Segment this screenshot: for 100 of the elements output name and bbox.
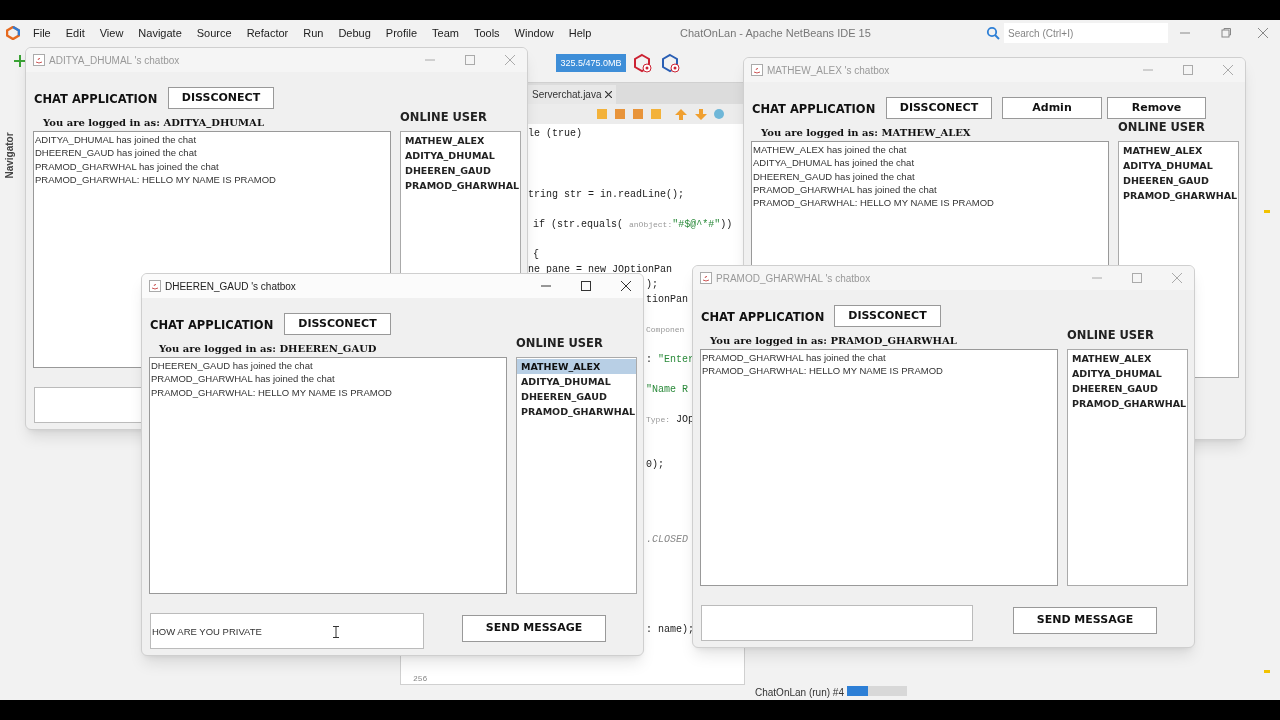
java-icon: [751, 64, 763, 76]
app-logo-icon: [6, 26, 20, 40]
user-list-item[interactable]: ADITYA_DHUMAL: [1068, 366, 1187, 381]
java-icon: [700, 272, 712, 284]
menu-item[interactable]: View: [99, 24, 124, 42]
user-list-item[interactable]: ADITYA_DHUMAL: [1119, 158, 1238, 173]
chat-message: PRAMOD_GHARWHAL has joined the chat: [151, 372, 336, 386]
profiler-icon[interactable]: [660, 53, 680, 73]
code-line: );: [646, 278, 658, 292]
code-line: 0);: [646, 458, 664, 472]
search-field[interactable]: Search (Ctrl+I): [1004, 23, 1168, 43]
message-input[interactable]: HOW ARE YOU PRIVATE: [150, 613, 424, 649]
menu-item[interactable]: Run: [303, 24, 324, 42]
new-file-icon[interactable]: [14, 55, 26, 67]
app-heading: CHAT APPLICATION: [701, 309, 825, 326]
menu-item[interactable]: Navigate: [138, 24, 182, 42]
chat-message: PRAMOD_GHARWHAL: HELLO MY NAME IS PRAMOD: [753, 196, 995, 210]
code-line: le (true): [528, 127, 582, 141]
menu-item[interactable]: Profile: [385, 24, 417, 42]
logged-in-label: You are logged in as: ADITYA_DHUMAL: [43, 116, 264, 130]
online-user-label: ONLINE USER: [1118, 119, 1205, 136]
chat-message: ADITYA_DHUMAL has joined the chat: [753, 156, 916, 170]
online-user-label: ONLINE USER: [516, 335, 603, 352]
user-list-item[interactable]: PRAMOD_GHARWHAL: [1119, 188, 1238, 203]
menu-item[interactable]: Help: [568, 24, 592, 42]
chat-message: DHEEREN_GAUD has joined the chat: [753, 169, 916, 183]
code-line: if (str.equals( anObject:"#$@^*#")): [533, 218, 733, 232]
user-list-item[interactable]: ADITYA_DHUMAL: [517, 374, 636, 389]
java-icon: [149, 280, 161, 292]
chat-message: ADITYA_DHUMAL has joined the chat: [35, 133, 198, 147]
code-line: tionPan: [646, 293, 688, 307]
action-button[interactable]: DISSCONECT: [284, 313, 391, 335]
chat-message: PRAMOD_GHARWHAL has joined the chat: [753, 182, 938, 197]
send-button[interactable]: SEND MESSAGE: [1013, 607, 1157, 634]
chat-message: MATHEW_ALEX has joined the chat: [753, 143, 908, 157]
online-user-label: ONLINE USER: [1067, 327, 1154, 344]
logged-in-label: You are logged in as: PRAMOD_GHARWHAL: [710, 334, 957, 348]
code-line: ne pane = new JOptionPan: [528, 263, 673, 277]
user-list-item[interactable]: ADITYA_DHUMAL: [401, 148, 520, 163]
menu-item[interactable]: Tools: [473, 24, 500, 42]
logged-in-label: You are logged in as: MATHEW_ALEX: [761, 126, 971, 140]
action-button[interactable]: DISSCONECT: [168, 87, 274, 109]
code-line: : name);: [646, 623, 694, 637]
window-title: MATHEW_ALEX 's chatbox: [767, 64, 890, 78]
menu-item[interactable]: Edit: [65, 24, 85, 42]
search-icon: [986, 26, 1002, 40]
menu-item[interactable]: File: [33, 24, 51, 42]
menu-item[interactable]: Window: [514, 24, 554, 42]
profiler-icon[interactable]: [632, 53, 652, 73]
action-button[interactable]: DISSCONECT: [834, 305, 941, 327]
user-list-item[interactable]: MATHEW_ALEX: [517, 359, 636, 374]
send-button[interactable]: SEND MESSAGE: [462, 615, 606, 642]
message-input[interactable]: [34, 387, 142, 423]
code-line: tring str = in.readLine();: [528, 188, 685, 202]
action-button[interactable]: DISSCONECT: [886, 97, 992, 119]
chat-message: PRAMOD_GHARWHAL: HELLO MY NAME IS PRAMOD: [702, 364, 944, 378]
java-icon: [33, 54, 45, 66]
file-tab[interactable]: Serverchat.java: [528, 85, 617, 104]
action-button[interactable]: Admin: [1002, 97, 1102, 119]
user-list-item[interactable]: PRAMOD_GHARWHAL: [401, 178, 520, 193]
chat-message: DHEEREN_GAUD has joined the chat: [151, 359, 314, 373]
user-list-item[interactable]: MATHEW_ALEX: [1068, 351, 1187, 366]
close-icon[interactable]: [621, 281, 631, 291]
user-list-item[interactable]: DHEEREN_GAUD: [1068, 381, 1187, 396]
app-heading: CHAT APPLICATION: [752, 101, 876, 118]
code-line: {: [533, 248, 539, 262]
window-title: DHEEREN_GAUD 's chatbox: [165, 280, 296, 294]
chat-message: PRAMOD_GHARWHAL has joined the chat: [702, 351, 887, 365]
app-heading: CHAT APPLICATION: [150, 317, 274, 334]
line-number: 256: [413, 673, 428, 685]
chat-message: PRAMOD_GHARWHAL has joined the chat: [35, 159, 220, 173]
code-line: Componen: [646, 324, 685, 336]
user-list-item[interactable]: DHEEREN_GAUD: [401, 163, 520, 178]
chat-message: DHEEREN_GAUD has joined the chat: [35, 146, 198, 160]
code-line: "Name R: [646, 383, 688, 397]
status-task: ChatOnLan (run) #4: [755, 686, 844, 700]
user-list-item[interactable]: MATHEW_ALEX: [401, 133, 520, 148]
user-list-item[interactable]: DHEEREN_GAUD: [1119, 173, 1238, 188]
maximize-icon[interactable]: [581, 281, 591, 291]
user-list-item[interactable]: PRAMOD_GHARWHAL: [517, 404, 636, 419]
action-button[interactable]: Remove: [1107, 97, 1206, 119]
user-list-item[interactable]: DHEEREN_GAUD: [517, 389, 636, 404]
close-icon[interactable]: [605, 91, 613, 98]
menu-item[interactable]: Debug: [338, 24, 371, 42]
message-input[interactable]: [701, 605, 973, 641]
restore-icon[interactable]: [1221, 28, 1231, 38]
user-list-item[interactable]: PRAMOD_GHARWHAL: [1068, 396, 1187, 411]
window-title: ADITYA_DHUMAL 's chatbox: [49, 54, 180, 68]
app-title: ChatOnLan - Apache NetBeans IDE 15: [680, 26, 871, 41]
chat-message: PRAMOD_GHARWHAL: HELLO MY NAME IS PRAMOD: [151, 385, 393, 399]
user-list-item[interactable]: MATHEW_ALEX: [1119, 143, 1238, 158]
code-line: : "Enter: [646, 353, 695, 367]
menu-item[interactable]: Refactor: [246, 24, 289, 42]
menu-item[interactable]: Source: [196, 24, 232, 42]
window-title: PRAMOD_GHARWHAL 's chatbox: [716, 272, 871, 286]
menu-item[interactable]: Team: [432, 24, 459, 42]
app-heading: CHAT APPLICATION: [34, 91, 158, 108]
logged-in-label: You are logged in as: DHEEREN_GAUD: [159, 342, 377, 356]
text-cursor-icon: [333, 626, 339, 638]
navigator-tab[interactable]: Navigator: [1, 116, 17, 195]
